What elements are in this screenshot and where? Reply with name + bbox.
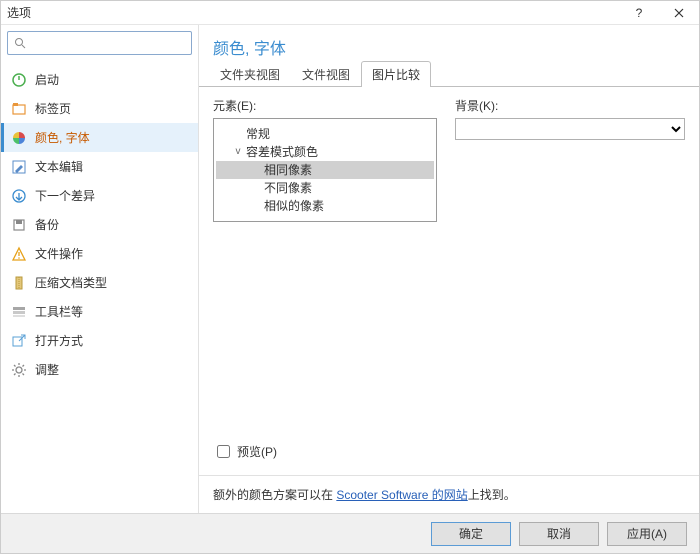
sidebar-item-tabs[interactable]: 标签页: [1, 94, 198, 123]
sidebar-item-archive[interactable]: 压缩文档类型: [1, 268, 198, 297]
apply-button[interactable]: 应用(A): [607, 522, 687, 546]
footer-suffix: 上找到。: [468, 488, 516, 502]
options-window: 选项 ? 启动标签页颜色, 字体文本编辑下一个差异备份文件操作压缩文档类型工具栏…: [0, 0, 700, 554]
sidebar-item-label: 压缩文档类型: [35, 274, 107, 291]
sidebar-item-label: 标签页: [35, 100, 71, 117]
background-label: 背景(K):: [455, 97, 685, 114]
tree-item-label: 相似的像素: [264, 198, 324, 214]
tree-toggle-icon: v: [232, 144, 244, 160]
openwith-icon: [11, 333, 27, 349]
nav-list: 启动标签页颜色, 字体文本编辑下一个差异备份文件操作压缩文档类型工具栏等打开方式…: [1, 61, 198, 513]
tree-item[interactable]: 相似的像素: [216, 197, 434, 215]
tab-0[interactable]: 文件夹视图: [209, 61, 291, 87]
sidebar: 启动标签页颜色, 字体文本编辑下一个差异备份文件操作压缩文档类型工具栏等打开方式…: [1, 25, 199, 513]
tree-item[interactable]: 不同像素: [216, 179, 434, 197]
archive-icon: [11, 275, 27, 291]
footer-link[interactable]: Scooter Software 的网站: [336, 488, 467, 502]
backup-icon: [11, 217, 27, 233]
tab-2[interactable]: 图片比较: [361, 61, 431, 87]
panel-title: 颜色, 字体: [199, 25, 699, 61]
nextdiff-icon: [11, 188, 27, 204]
preview-label: 预览(P): [237, 443, 277, 460]
sidebar-item-label: 调整: [35, 361, 59, 378]
search-input[interactable]: [30, 35, 189, 51]
tree-item[interactable]: 常规: [216, 125, 434, 143]
search-box[interactable]: [7, 31, 192, 55]
sidebar-item-label: 打开方式: [35, 332, 83, 349]
sidebar-item-nextdiff[interactable]: 下一个差异: [1, 181, 198, 210]
preview-checkbox[interactable]: 预览(P): [213, 442, 685, 461]
titlebar: 选项 ?: [1, 1, 699, 25]
sidebar-item-backup[interactable]: 备份: [1, 210, 198, 239]
close-icon: [674, 8, 684, 18]
footer-prefix: 额外的颜色方案可以在: [213, 488, 336, 502]
footer-info: 额外的颜色方案可以在 Scooter Software 的网站上找到。: [199, 475, 699, 513]
tabs: 文件夹视图文件视图图片比较: [199, 61, 699, 87]
toolbars-icon: [11, 304, 27, 320]
preview-checkbox-input[interactable]: [217, 445, 230, 458]
sidebar-item-textedit[interactable]: 文本编辑: [1, 152, 198, 181]
sidebar-item-label: 工具栏等: [35, 303, 83, 320]
close-button[interactable]: [659, 1, 699, 25]
sidebar-item-label: 文件操作: [35, 245, 83, 262]
tab-content: 元素(E): 常规v容差模式颜色相同像素不同像素相似的像素 背景(K): 预览(…: [199, 87, 699, 475]
startup-icon: [11, 72, 27, 88]
tree-item-label: 不同像素: [264, 180, 312, 196]
colors-icon: [11, 130, 27, 146]
fileop-icon: [11, 246, 27, 262]
tab-1[interactable]: 文件视图: [291, 61, 361, 87]
background-select[interactable]: [455, 118, 685, 140]
main-panel: 颜色, 字体 文件夹视图文件视图图片比较 元素(E): 常规v容差模式颜色相同像…: [199, 25, 699, 513]
sidebar-item-label: 备份: [35, 216, 59, 233]
sidebar-item-label: 文本编辑: [35, 158, 83, 175]
sidebar-item-label: 启动: [35, 71, 59, 88]
search-icon: [14, 37, 26, 49]
sidebar-item-openwith[interactable]: 打开方式: [1, 326, 198, 355]
tabs-icon: [11, 101, 27, 117]
sidebar-item-label: 颜色, 字体: [35, 129, 90, 146]
window-title: 选项: [1, 4, 619, 21]
sidebar-item-label: 下一个差异: [35, 187, 95, 204]
sidebar-item-tweaks[interactable]: 调整: [1, 355, 198, 384]
cancel-button[interactable]: 取消: [519, 522, 599, 546]
tree-item-label: 常规: [246, 126, 270, 142]
button-bar: 确定 取消 应用(A): [1, 513, 699, 553]
tree-item[interactable]: v容差模式颜色: [216, 143, 434, 161]
tree-item[interactable]: 相同像素: [216, 161, 434, 179]
sidebar-item-toolbars[interactable]: 工具栏等: [1, 297, 198, 326]
tree-item-label: 容差模式颜色: [246, 144, 318, 160]
sidebar-item-fileop[interactable]: 文件操作: [1, 239, 198, 268]
textedit-icon: [11, 159, 27, 175]
element-tree[interactable]: 常规v容差模式颜色相同像素不同像素相似的像素: [213, 118, 437, 222]
element-label: 元素(E):: [213, 97, 437, 114]
tweaks-icon: [11, 362, 27, 378]
help-button[interactable]: ?: [619, 1, 659, 25]
ok-button[interactable]: 确定: [431, 522, 511, 546]
sidebar-item-startup[interactable]: 启动: [1, 65, 198, 94]
sidebar-item-colors[interactable]: 颜色, 字体: [1, 123, 198, 152]
tree-item-label: 相同像素: [264, 162, 312, 178]
